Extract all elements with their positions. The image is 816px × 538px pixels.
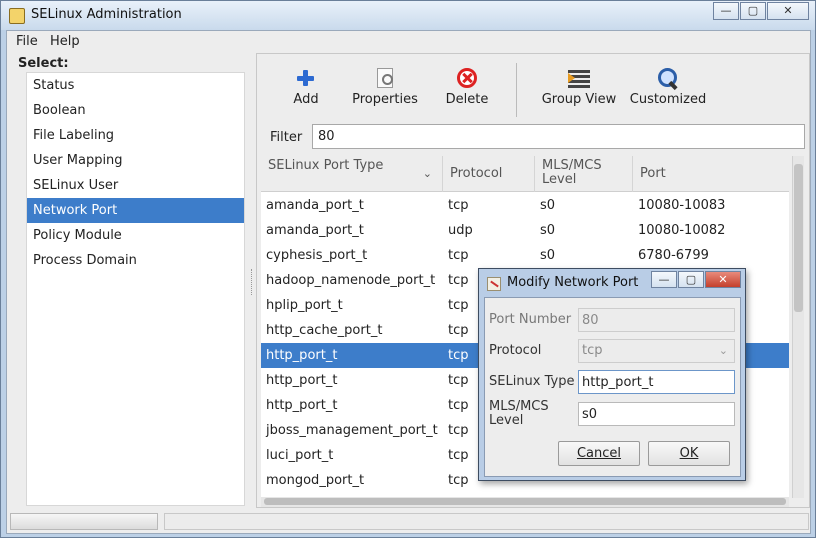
port-number-label: Port Number — [489, 312, 572, 327]
nav-item-boolean[interactable]: Boolean — [27, 98, 244, 123]
maximize-button[interactable]: ▢ — [740, 2, 766, 20]
toolbar-separator — [516, 63, 517, 117]
properties-button[interactable]: Properties — [347, 60, 423, 116]
properties-label: Properties — [352, 92, 418, 107]
group-view-label: Group View — [541, 92, 617, 107]
table-row[interactable]: cyphesis_port_t tcp s0 6780-6799 — [261, 243, 789, 268]
table-row[interactable]: amanda_port_t udp s0 10080-10082 — [261, 218, 789, 243]
toolbar: Add Properties Delete Group View Customi… — [261, 60, 805, 117]
navigation-list: Status Boolean File Labeling User Mappin… — [26, 72, 245, 506]
nav-item-file-labeling[interactable]: File Labeling — [27, 123, 244, 148]
port-number-input — [578, 308, 735, 332]
column-header-protocol[interactable]: Protocol — [443, 156, 535, 192]
column-header-port[interactable]: Port — [633, 156, 789, 192]
menu-bar: File Help — [7, 31, 810, 53]
chevron-down-icon: ⌄ — [718, 344, 728, 357]
nav-item-process-domain[interactable]: Process Domain — [27, 248, 244, 273]
mls-level-input[interactable] — [578, 402, 735, 426]
customized-label: Customized — [629, 92, 707, 107]
pane-splitter[interactable] — [251, 269, 254, 295]
table-row[interactable]: amanda_port_t tcp s0 10080-10083 — [261, 193, 789, 218]
delete-button[interactable]: Delete — [437, 60, 497, 116]
ok-button[interactable]: OK — [648, 441, 730, 466]
delete-label: Delete — [445, 92, 489, 107]
nav-item-user-mapping[interactable]: User Mapping — [27, 148, 244, 173]
sort-chevron-icon: ⌄ — [422, 167, 432, 180]
cancel-button[interactable]: Cancel — [558, 441, 640, 466]
dialog-title: Modify Network Port — [507, 275, 639, 290]
modify-network-port-dialog: Modify Network Port — ▢ ✕ Port Number Pr… — [478, 268, 746, 481]
close-button[interactable]: ✕ — [767, 2, 809, 20]
filter-input[interactable] — [312, 124, 805, 149]
properties-icon — [377, 68, 393, 88]
dialog-maximize-button[interactable]: ▢ — [678, 271, 704, 288]
mls-level-label: MLS/MCS Level — [489, 399, 549, 428]
selinux-type-label: SELinux Type — [489, 374, 575, 389]
vertical-scroll-thumb[interactable] — [794, 164, 803, 312]
add-label: Add — [293, 92, 319, 107]
protocol-select: tcp ⌄ — [578, 339, 735, 363]
magnifier-icon — [657, 68, 679, 88]
column-header-mls-level[interactable]: MLS/MCS Level — [535, 156, 633, 192]
status-progress — [10, 513, 158, 530]
group-view-button[interactable]: Group View — [539, 60, 619, 116]
customized-button[interactable]: Customized — [625, 60, 711, 116]
filter-label: Filter — [270, 130, 303, 145]
dialog-close-button[interactable]: ✕ — [705, 271, 741, 288]
group-view-icon — [568, 68, 590, 88]
table-header: SELinux Port Type ⌄ Protocol MLS/MCS Lev… — [261, 156, 789, 192]
menu-file[interactable]: File — [16, 34, 38, 49]
minimize-button[interactable]: — — [713, 2, 739, 20]
nav-item-policy-module[interactable]: Policy Module — [27, 223, 244, 248]
table-horizontal-scrollbar[interactable] — [261, 497, 789, 507]
select-label: Select: — [18, 56, 69, 71]
nav-item-network-port[interactable]: Network Port — [27, 198, 244, 223]
window-title: SELinux Administration — [31, 7, 182, 22]
dialog-body: Port Number Protocol tcp ⌄ SELinux Type … — [484, 297, 741, 477]
dialog-minimize-button[interactable]: — — [651, 271, 677, 288]
table-vertical-scrollbar[interactable] — [792, 156, 804, 498]
protocol-label: Protocol — [489, 343, 542, 358]
menu-help[interactable]: Help — [50, 34, 80, 49]
dialog-app-icon — [487, 277, 501, 291]
column-header-port-type[interactable]: SELinux Port Type ⌄ — [261, 156, 443, 192]
nav-item-selinux-user[interactable]: SELinux User — [27, 173, 244, 198]
nav-item-status[interactable]: Status — [27, 73, 244, 98]
horizontal-scroll-thumb[interactable] — [264, 498, 786, 505]
selinux-type-input[interactable] — [578, 370, 735, 394]
plus-icon — [295, 68, 317, 88]
delete-icon — [457, 68, 477, 88]
title-bar: SELinux Administration — ▢ ✕ — [1, 1, 815, 30]
add-button[interactable]: Add — [281, 60, 331, 116]
status-bar — [164, 513, 809, 530]
selinux-app-icon — [9, 8, 25, 24]
